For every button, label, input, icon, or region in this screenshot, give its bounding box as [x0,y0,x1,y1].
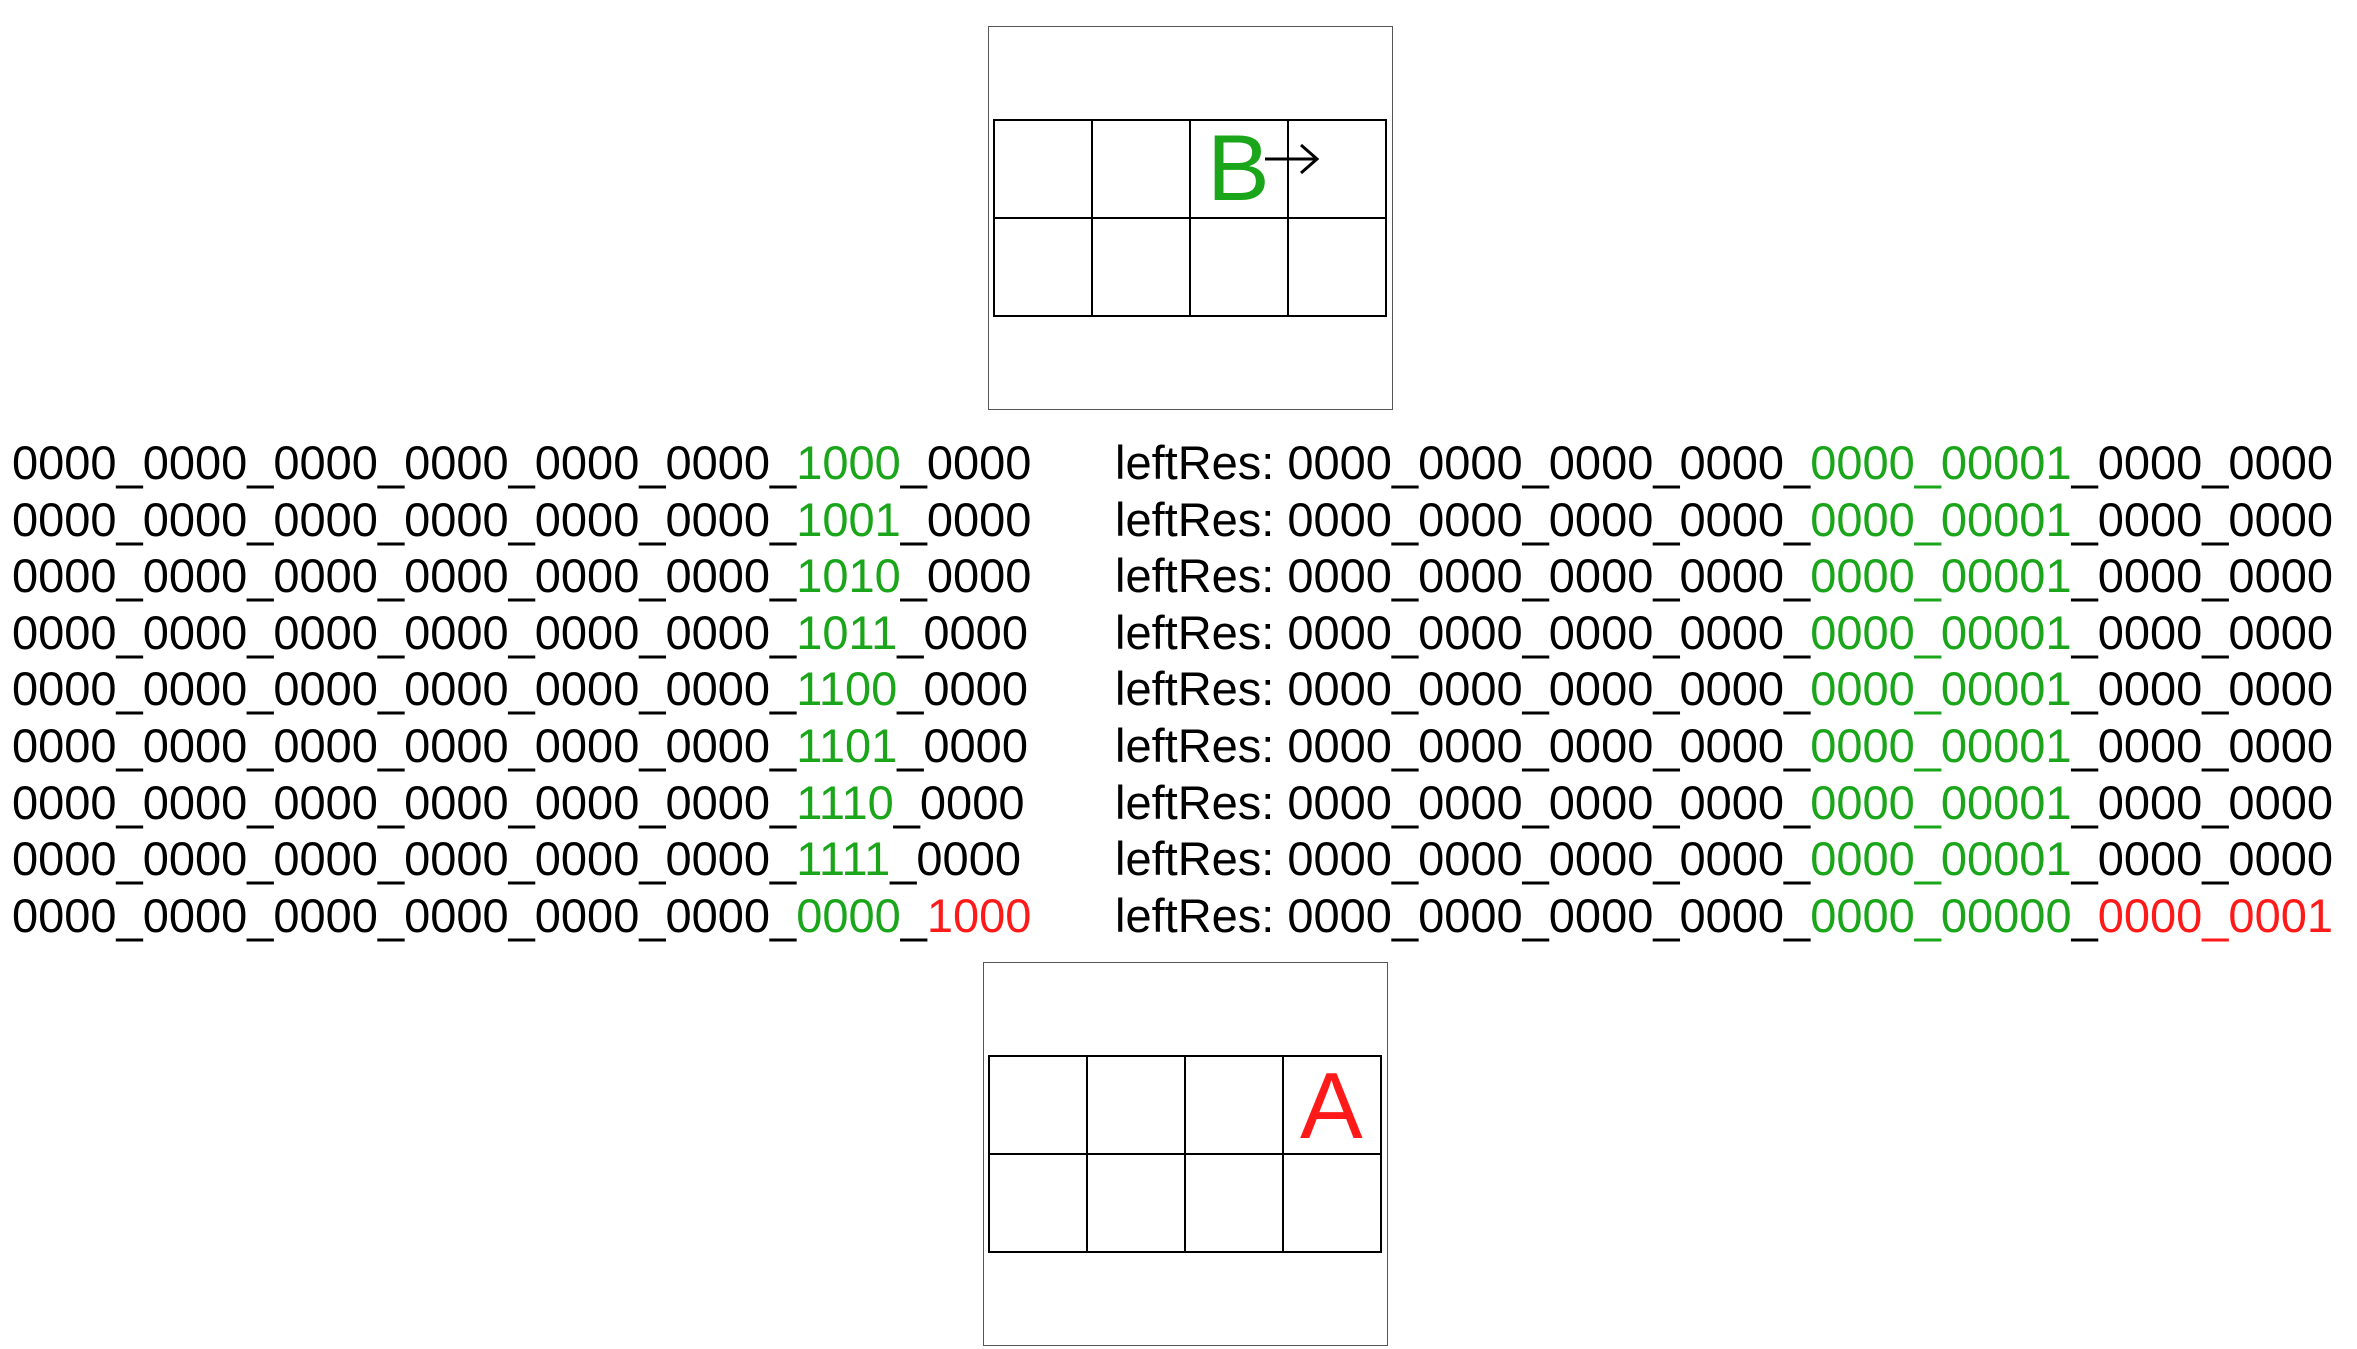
board-cell [1186,1057,1284,1155]
top-board-grid [993,119,1387,317]
trailing-bits: _0000_0000 [2071,832,2333,886]
board-cell [1088,1057,1186,1155]
board-cell [1284,1155,1382,1253]
board-cell [995,121,1093,219]
highlighted-bits: 0000_00001 [1810,492,2072,546]
board-cell [995,219,1093,317]
trailing-bits: _0000 [900,492,1032,546]
text-line: 0000_0000_0000_0000_0000_0000_1011_0000 [12,605,1031,662]
text-line: leftRes: 0000_0000_0000_0000_0000_00001_… [1115,435,2333,492]
plain-bits: leftRes: 0000_0000_0000_0000_ [1115,492,1811,546]
plain-bits: 0000_0000_0000_0000_0000_0000_ [12,662,797,716]
board-cell [1088,1155,1186,1253]
text-line: 0000_0000_0000_0000_0000_0000_1000_0000 [12,435,1031,492]
trailing-bits: _0000 [897,662,1028,716]
plain-bits: 0000_0000_0000_0000_0000_0000_ [12,888,797,942]
trailing-bits: _0000 [900,436,1032,489]
highlighted-bits: 0000_00001 [1810,549,2072,603]
highlighted-bits: 1000 [796,436,901,489]
plain-bits: 0000_0000_0000_0000_0000_0000_ [12,718,797,772]
plain-bits: leftRes: 0000_0000_0000_0000_ [1115,718,1811,772]
text-line: leftRes: 0000_0000_0000_0000_0000_00001_… [1115,605,2333,662]
plain-bits: leftRes: 0000_0000_0000_0000_ [1115,775,1811,829]
text-line: 0000_0000_0000_0000_0000_0000_1001_0000 [12,492,1031,549]
board-cell [1289,219,1387,317]
text-line: leftRes: 0000_0000_0000_0000_0000_00001_… [1115,548,2333,605]
text-line: leftRes: 0000_0000_0000_0000_0000_00001_… [1115,492,2333,549]
text-line: leftRes: 0000_0000_0000_0000_0000_00001_… [1115,718,2333,775]
piece-b-label: B [1207,115,1270,220]
highlighted-bits: 1011 [796,605,898,659]
trailing-bits: _0000 [890,832,1021,886]
text-line: 0000_0000_0000_0000_0000_0000_1111_0000 [12,831,1031,888]
plain-bits: leftRes: 0000_0000_0000_0000_ [1115,549,1811,603]
highlighted-bits: 1001 [796,492,901,546]
highlighted-bits: 1100 [796,662,898,716]
highlighted-bits: 0000_00001 [1810,436,2072,489]
right-arrow-icon [1265,143,1320,175]
highlighted-bits: 0000_00001 [1810,662,2072,716]
trailing-bits: _0000_0000 [2071,436,2333,489]
plain-bits: leftRes: 0000_0000_0000_0000_ [1115,888,1811,942]
text-line: 0000_0000_0000_0000_0000_0000_1100_0000 [12,661,1031,718]
plain-bits: 0000_0000_0000_0000_0000_0000_ [12,436,797,489]
highlighted-bits: 0000 [796,888,901,942]
text-line: 0000_0000_0000_0000_0000_0000_0000_1000 [12,888,1031,945]
piece-a-label: A [1300,1053,1363,1158]
trailing-bits: _0000 [893,775,1025,829]
plain-bits: 0000_0000_0000_0000_0000_0000_ [12,775,797,829]
highlighted-bits: 1111 [796,832,891,886]
highlighted-bits: 1110 [796,775,894,829]
plain-bits: leftRes: 0000_0000_0000_0000_ [1115,832,1811,886]
text-line: 0000_0000_0000_0000_0000_0000_1101_0000 [12,718,1031,775]
text-line: leftRes: 0000_0000_0000_0000_0000_00000_… [1115,888,2333,945]
separator: _ [900,888,927,942]
board-cell [990,1057,1088,1155]
trailing-bits: _0000_0000 [2071,662,2333,716]
plain-bits: 0000_0000_0000_0000_0000_0000_ [12,492,797,546]
separator: _ [2071,888,2098,942]
highlighted-bits: 0000_00001 [1810,832,2072,886]
board-cell [1191,219,1289,317]
highlighted-bits: 0000_00000 [1810,888,2072,942]
plain-bits: 0000_0000_0000_0000_0000_0000_ [12,605,797,659]
trailing-bits: _0000_0000 [2071,492,2333,546]
top-board: B [988,26,1393,410]
trailing-bits: _0000 [900,549,1032,603]
alert-bits: 0000_0001 [2097,888,2333,942]
text-line: leftRes: 0000_0000_0000_0000_0000_00001_… [1115,661,2333,718]
plain-bits: leftRes: 0000_0000_0000_0000_ [1115,605,1811,659]
text-line: 0000_0000_0000_0000_0000_0000_1110_0000 [12,775,1031,832]
highlighted-bits: 0000_00001 [1810,718,2072,772]
board-cell [990,1155,1088,1253]
trailing-bits: _0000 [897,718,1028,772]
plain-bits: leftRes: 0000_0000_0000_0000_ [1115,662,1811,716]
trailing-bits: _0000_0000 [2071,605,2333,659]
plain-bits: leftRes: 0000_0000_0000_0000_ [1115,436,1811,489]
text-line: leftRes: 0000_0000_0000_0000_0000_00001_… [1115,831,2333,888]
board-cell [1093,219,1191,317]
highlighted-bits: 0000_00001 [1810,605,2072,659]
text-line: leftRes: 0000_0000_0000_0000_0000_00001_… [1115,775,2333,832]
trailing-bits: _0000_0000 [2071,718,2333,772]
text-line: 0000_0000_0000_0000_0000_0000_1010_0000 [12,548,1031,605]
alert-bits: 1000 [926,888,1032,942]
trailing-bits: _0000 [897,605,1028,659]
plain-bits: 0000_0000_0000_0000_0000_0000_ [12,832,797,886]
board-cell [1093,121,1191,219]
plain-bits: 0000_0000_0000_0000_0000_0000_ [12,549,797,603]
bit-pattern-list: 0000_0000_0000_0000_0000_0000_1000_0000 0… [12,435,1031,944]
highlighted-bits: 1010 [796,549,901,603]
board-cell [1186,1155,1284,1253]
left-result-list: leftRes: 0000_0000_0000_0000_0000_00001_… [1115,435,2333,944]
highlighted-bits: 1101 [796,718,898,772]
bottom-board: A [983,962,1388,1346]
trailing-bits: _0000_0000 [2071,775,2333,829]
trailing-bits: _0000_0000 [2071,549,2333,603]
highlighted-bits: 0000_00001 [1810,775,2072,829]
